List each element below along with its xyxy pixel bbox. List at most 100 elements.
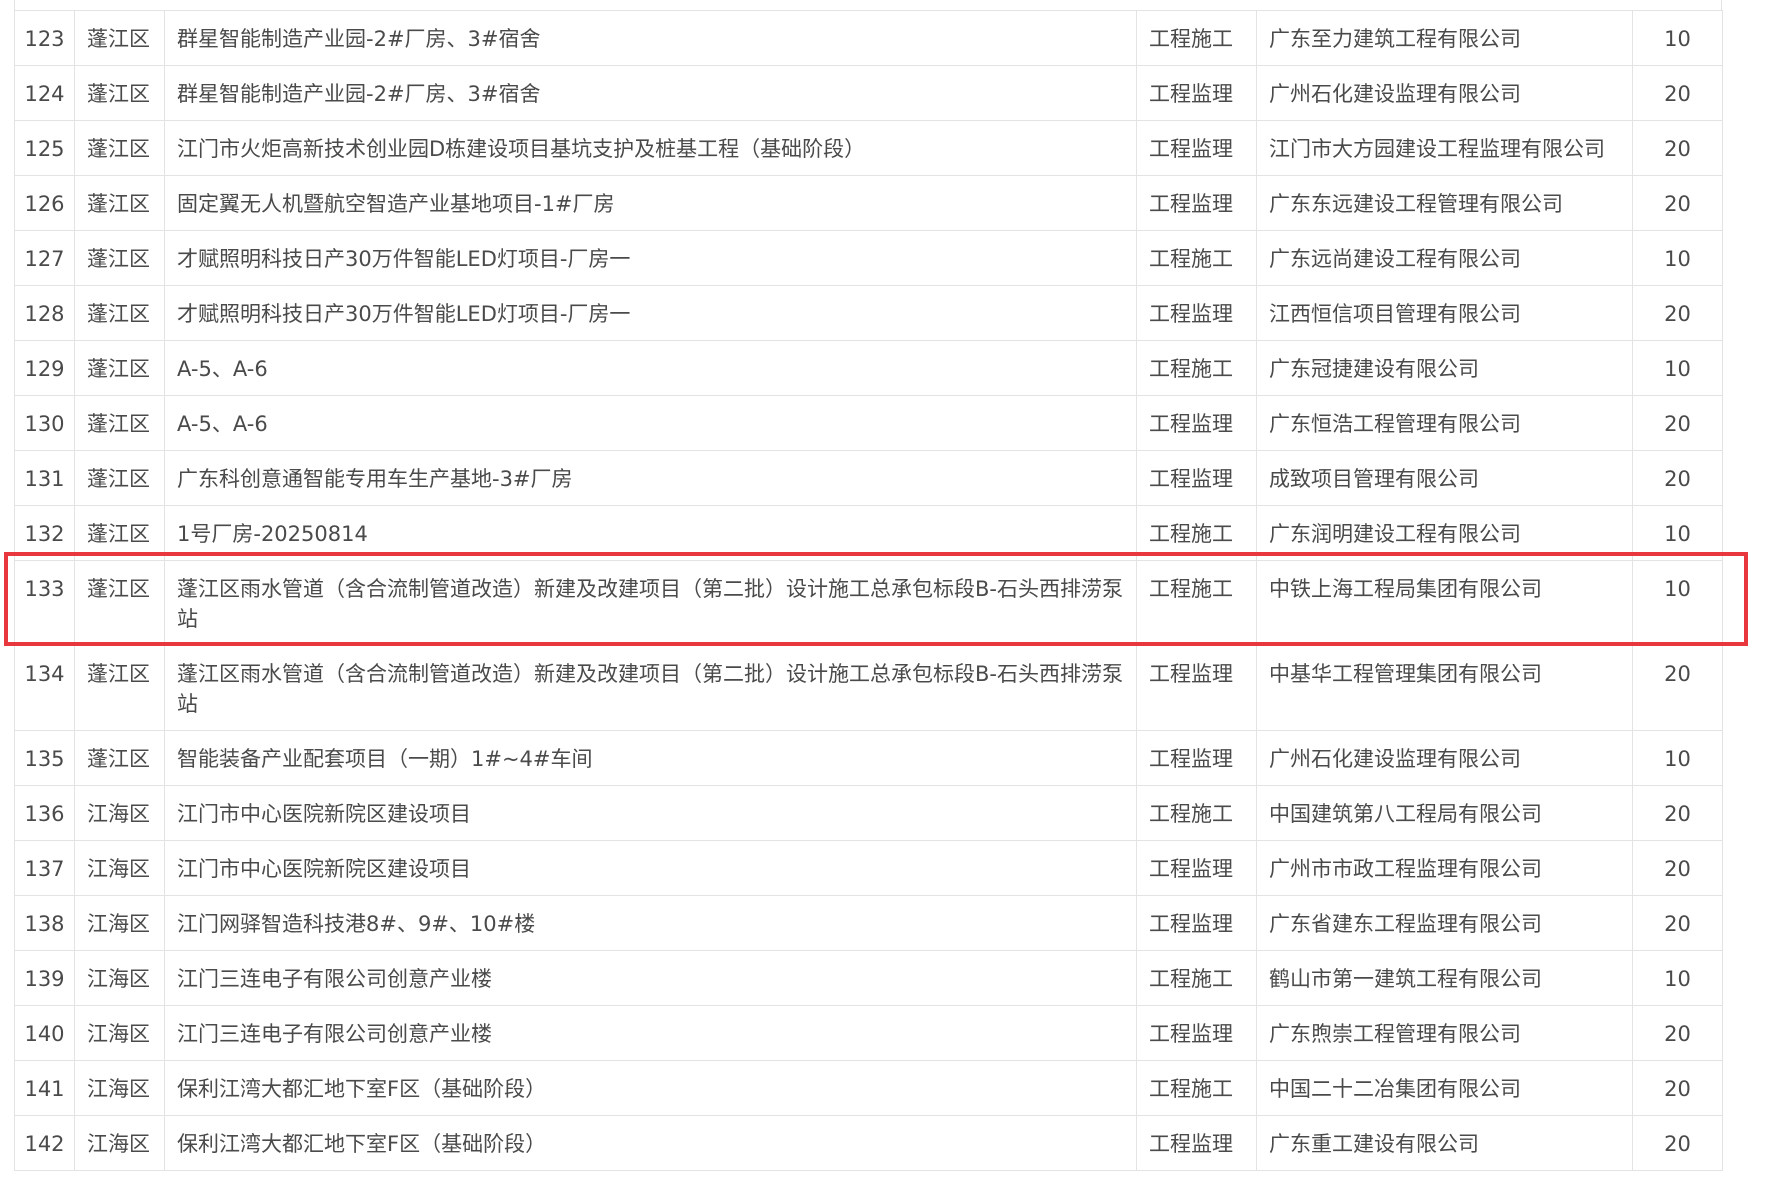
cell-work-type: 工程施工 <box>1136 505 1257 561</box>
cell-company: 成致项目管理有限公司 <box>1256 450 1633 506</box>
cell-district: 蓬江区 <box>74 340 165 396</box>
cell-project-name: 保利江湾大都汇地下室F区（基础阶段） <box>164 1115 1137 1171</box>
cell-district: 蓬江区 <box>74 560 165 646</box>
cell-company: 广东至力建筑工程有限公司 <box>1256 10 1633 66</box>
table-row: 129 蓬江区 A-5、A-6 工程施工 广东冠捷建设有限公司 10 <box>14 340 1723 396</box>
table-row: 141 江海区 保利江湾大都汇地下室F区（基础阶段） 工程施工 中国二十二冶集团有限公司… <box>14 1060 1723 1116</box>
cell-work-type: 工程监理 <box>1136 175 1257 231</box>
cell-company: 广州石化建设监理有限公司 <box>1256 65 1633 121</box>
cell-number: 141 <box>14 1060 75 1116</box>
cell-district: 江海区 <box>74 1005 165 1061</box>
cell-score: 20 <box>1632 1115 1723 1171</box>
cell-company: 广东东远建设工程管理有限公司 <box>1256 175 1633 231</box>
table-row: 127 蓬江区 才赋照明科技日产30万件智能LED灯项目-厂房一 工程施工 广东远尚建设… <box>14 230 1723 286</box>
cell-number: 129 <box>14 340 75 396</box>
cell-district: 蓬江区 <box>74 395 165 451</box>
cell-work-type: 工程监理 <box>1136 65 1257 121</box>
table-row: 138 江海区 江门网驿智造科技港8#、9#、10#楼 工程监理 广东省建东工程监理有限… <box>14 895 1723 951</box>
cell-project-name: 1号厂房-20250814 <box>164 505 1137 561</box>
cell-score: 10 <box>1632 950 1723 1006</box>
cell-project-name: A-5、A-6 <box>164 395 1137 451</box>
cell-project-name: 才赋照明科技日产30万件智能LED灯项目-厂房一 <box>164 285 1137 341</box>
project-table: 123 蓬江区 群星智能制造产业园-2#厂房、3#宿舍 工程施工 广东至力建筑工程有限公… <box>14 10 1723 1171</box>
cell-number: 140 <box>14 1005 75 1061</box>
cell-score: 20 <box>1632 395 1723 451</box>
cell-work-type: 工程监理 <box>1136 840 1257 896</box>
cell-number: 142 <box>14 1115 75 1171</box>
cell-project-name: 蓬江区雨水管道（含合流制管道改造）新建及改建项目（第二批）设计施工总承包标段B-… <box>164 645 1137 731</box>
table-row: 130 蓬江区 A-5、A-6 工程监理 广东恒浩工程管理有限公司 20 <box>14 395 1723 451</box>
cell-score: 20 <box>1632 895 1723 951</box>
cell-company: 江西恒信项目管理有限公司 <box>1256 285 1633 341</box>
table-row: 136 江海区 江门市中心医院新院区建设项目 工程施工 中国建筑第八工程局有限公司 20 <box>14 785 1723 841</box>
cell-district: 江海区 <box>74 1060 165 1116</box>
table-row: 132 蓬江区 1号厂房-20250814 工程施工 广东润明建设工程有限公司 10 <box>14 505 1723 561</box>
cell-number: 138 <box>14 895 75 951</box>
cell-project-name: 江门市中心医院新院区建设项目 <box>164 840 1137 896</box>
cell-score: 20 <box>1632 1060 1723 1116</box>
cell-number: 125 <box>14 120 75 176</box>
cell-work-type: 工程监理 <box>1136 895 1257 951</box>
cell-score: 20 <box>1632 645 1723 731</box>
cell-project-name: 江门网驿智造科技港8#、9#、10#楼 <box>164 895 1137 951</box>
cell-work-type: 工程施工 <box>1136 1060 1257 1116</box>
cell-number: 131 <box>14 450 75 506</box>
cell-project-name: 蓬江区雨水管道（含合流制管道改造）新建及改建项目（第二批）设计施工总承包标段B-… <box>164 560 1137 646</box>
cell-company: 广东煦崇工程管理有限公司 <box>1256 1005 1633 1061</box>
cell-number: 124 <box>14 65 75 121</box>
cell-number: 123 <box>14 10 75 66</box>
cell-score: 10 <box>1632 730 1723 786</box>
cell-score: 10 <box>1632 230 1723 286</box>
cell-project-name: 群星智能制造产业园-2#厂房、3#宿舍 <box>164 65 1137 121</box>
table-row: 123 蓬江区 群星智能制造产业园-2#厂房、3#宿舍 工程施工 广东至力建筑工程有限公… <box>14 10 1723 66</box>
cell-score: 20 <box>1632 840 1723 896</box>
cell-number: 136 <box>14 785 75 841</box>
cell-number: 130 <box>14 395 75 451</box>
cell-company: 广东冠捷建设有限公司 <box>1256 340 1633 396</box>
table-row: 139 江海区 江门三连电子有限公司创意产业楼 工程施工 鹤山市第一建筑工程有限公司 10 <box>14 950 1723 1006</box>
cell-company: 中国建筑第八工程局有限公司 <box>1256 785 1633 841</box>
cell-score: 10 <box>1632 10 1723 66</box>
cell-company: 广东省建东工程监理有限公司 <box>1256 895 1633 951</box>
cell-work-type: 工程施工 <box>1136 560 1257 646</box>
cell-work-type: 工程施工 <box>1136 10 1257 66</box>
page: 123 蓬江区 群星智能制造产业园-2#厂房、3#宿舍 工程施工 广东至力建筑工程有限公… <box>0 0 1765 1189</box>
table-top-edge <box>14 0 1722 10</box>
cell-project-name: 江门三连电子有限公司创意产业楼 <box>164 950 1137 1006</box>
cell-score: 20 <box>1632 1005 1723 1061</box>
cell-project-name: 江门市火炬高新技术创业园D栋建设项目基坑支护及桩基工程（基础阶段） <box>164 120 1137 176</box>
cell-project-name: 才赋照明科技日产30万件智能LED灯项目-厂房一 <box>164 230 1137 286</box>
cell-project-name: 保利江湾大都汇地下室F区（基础阶段） <box>164 1060 1137 1116</box>
table-body: 123 蓬江区 群星智能制造产业园-2#厂房、3#宿舍 工程施工 广东至力建筑工程有限公… <box>14 10 1723 1171</box>
table-row: 124 蓬江区 群星智能制造产业园-2#厂房、3#宿舍 工程监理 广州石化建设监理有限公… <box>14 65 1723 121</box>
cell-work-type: 工程监理 <box>1136 1005 1257 1061</box>
table-row: 140 江海区 江门三连电子有限公司创意产业楼 工程监理 广东煦崇工程管理有限公司 20 <box>14 1005 1723 1061</box>
cell-number: 137 <box>14 840 75 896</box>
cell-company: 广东润明建设工程有限公司 <box>1256 505 1633 561</box>
cell-number: 134 <box>14 645 75 731</box>
cell-district: 江海区 <box>74 895 165 951</box>
cell-company: 广州市市政工程监理有限公司 <box>1256 840 1633 896</box>
cell-district: 蓬江区 <box>74 505 165 561</box>
cell-work-type: 工程施工 <box>1136 785 1257 841</box>
cell-number: 133 <box>14 560 75 646</box>
cell-company: 江门市大方园建设工程监理有限公司 <box>1256 120 1633 176</box>
cell-project-name: 广东科创意通智能专用车生产基地-3#厂房 <box>164 450 1137 506</box>
cell-district: 蓬江区 <box>74 120 165 176</box>
cell-project-name: 固定翼无人机暨航空智造产业基地项目-1#厂房 <box>164 175 1137 231</box>
table-row: 125 蓬江区 江门市火炬高新技术创业园D栋建设项目基坑支护及桩基工程（基础阶段）工… <box>14 120 1723 176</box>
cell-project-name: 江门三连电子有限公司创意产业楼 <box>164 1005 1137 1061</box>
cell-work-type: 工程监理 <box>1136 395 1257 451</box>
cell-score: 10 <box>1632 560 1723 646</box>
cell-project-name: 江门市中心医院新院区建设项目 <box>164 785 1137 841</box>
cell-number: 128 <box>14 285 75 341</box>
cell-score: 10 <box>1632 505 1723 561</box>
table-row: 131 蓬江区 广东科创意通智能专用车生产基地-3#厂房 工程监理 成致项目管理有限公司… <box>14 450 1723 506</box>
cell-company: 广东重工建设有限公司 <box>1256 1115 1633 1171</box>
cell-score: 20 <box>1632 65 1723 121</box>
cell-company: 广东恒浩工程管理有限公司 <box>1256 395 1633 451</box>
cell-district: 蓬江区 <box>74 230 165 286</box>
cell-number: 139 <box>14 950 75 1006</box>
cell-score: 20 <box>1632 175 1723 231</box>
cell-district: 江海区 <box>74 785 165 841</box>
